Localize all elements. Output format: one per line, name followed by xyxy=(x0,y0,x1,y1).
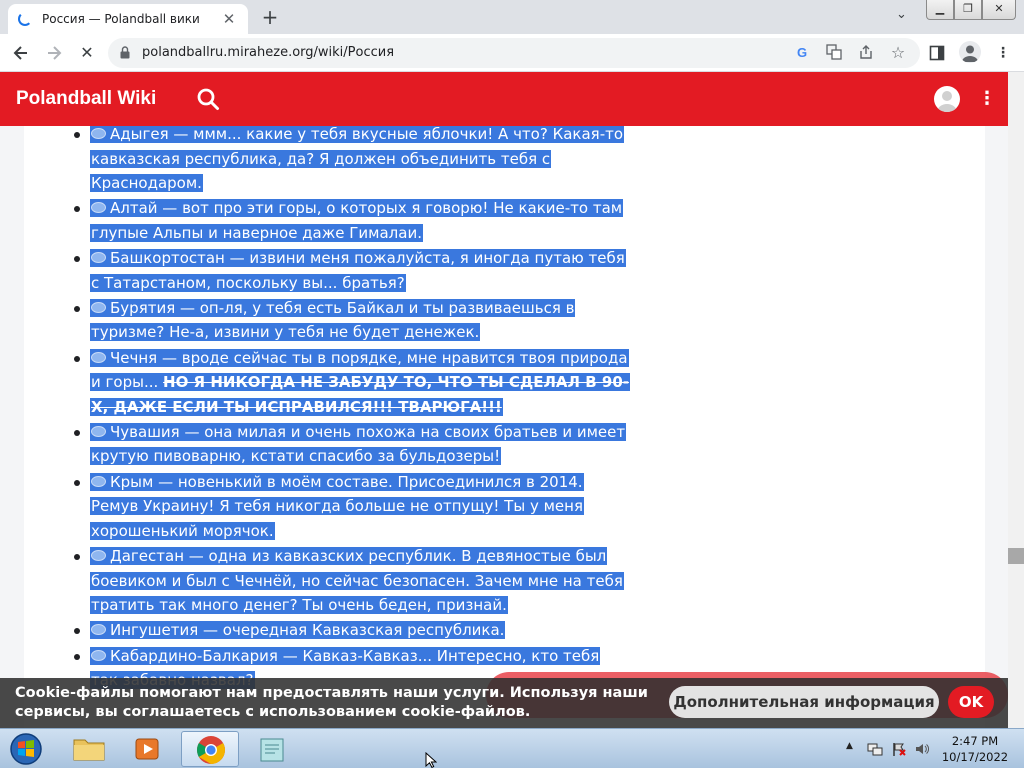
new-tab-button[interactable]: + xyxy=(258,6,282,28)
bullet xyxy=(74,429,80,436)
list-item-text: Дагестан — одна из кавказских республик.… xyxy=(91,547,623,615)
tab-close-icon[interactable]: ✕ xyxy=(220,10,238,28)
countryball-icon xyxy=(91,351,106,363)
notepad-icon xyxy=(260,738,284,762)
countryball-icon xyxy=(91,475,106,487)
tab-title: Россия — Polandball вики xyxy=(42,12,200,26)
list-item: Ингушетия — очередная Кавказская республ… xyxy=(74,618,630,643)
profile-avatar-icon[interactable] xyxy=(959,41,981,63)
url-text[interactable]: polandballru.miraheze.org/wiki/Россия xyxy=(142,45,394,60)
list-item: Бурятия — оп-ля, у тебя есть Байкал и ты… xyxy=(74,296,630,345)
bullet xyxy=(74,479,80,486)
notepad-taskbar-button[interactable] xyxy=(243,731,301,767)
cookie-ok-button[interactable]: OK xyxy=(948,686,994,718)
chrome-icon xyxy=(197,736,225,764)
scrollbar-thumb[interactable] xyxy=(1008,548,1024,564)
back-button[interactable] xyxy=(10,42,32,64)
explorer-taskbar-button[interactable] xyxy=(60,731,118,767)
list-item: Башкортостан — извини меня пожалуйста, я… xyxy=(74,246,630,295)
cookie-more-info-button[interactable]: Дополнительная информация xyxy=(669,686,939,718)
bullet xyxy=(74,256,80,263)
folder-icon xyxy=(73,739,105,761)
action-center-flag-icon[interactable] xyxy=(891,741,907,757)
bookmark-star-icon[interactable]: ☆ xyxy=(888,44,908,62)
search-icon[interactable] xyxy=(196,87,220,111)
lock-icon[interactable] xyxy=(120,46,130,59)
side-panel-icon[interactable] xyxy=(926,42,948,64)
address-bar[interactable]: polandballru.miraheze.org/wiki/Россия G … xyxy=(108,38,920,68)
countryball-icon xyxy=(91,624,106,636)
window-minimize-button[interactable]: ▁ xyxy=(926,0,954,20)
bullet xyxy=(74,132,80,138)
clock-time: 2:47 PM xyxy=(951,734,999,748)
loading-spinner-icon xyxy=(18,12,32,26)
list-item-text: Башкортостан — извини меня пожалуйста, я… xyxy=(91,249,625,292)
bullet xyxy=(74,628,80,635)
browser-tab[interactable]: Россия — Polandball вики ✕ xyxy=(8,4,248,34)
list-item-text: Крым — новенький в моём составе. Присоед… xyxy=(91,472,583,540)
bullet xyxy=(74,653,80,660)
taskbar: ▲ 2:47 PM 10/17/2022 xyxy=(0,728,1024,768)
list-item: Чечня — вроде сейчас ты в порядке, мне н… xyxy=(74,346,630,420)
countryball-icon xyxy=(91,550,106,562)
countryball-icon xyxy=(91,649,106,661)
chrome-taskbar-button[interactable] xyxy=(181,731,239,767)
tab-search-chevron-icon[interactable]: ⌄ xyxy=(896,7,907,22)
list-item: Чувашия — она милая и очень похожа на св… xyxy=(74,420,630,469)
start-button-icon[interactable] xyxy=(4,731,48,767)
bullet xyxy=(74,554,80,561)
user-avatar-icon[interactable] xyxy=(934,86,960,112)
network-icon[interactable] xyxy=(867,741,883,757)
system-clock[interactable]: 2:47 PM 10/17/2022 xyxy=(938,733,1012,765)
countryball-icon xyxy=(91,202,106,214)
article-content: Адыгея — ммм... какие у тебя вкусные ябл… xyxy=(24,126,985,728)
share-icon[interactable] xyxy=(856,44,876,62)
window-restore-button[interactable]: ❐ xyxy=(954,0,982,20)
list-item-text: Ингушетия — очередная Кавказская республ… xyxy=(110,621,505,640)
list-item: Алтай — вот про эти горы, о которых я го… xyxy=(74,196,630,245)
cookie-message: Cookie-файлы помогают нам предоставлять … xyxy=(15,685,648,720)
list-item-text: Чувашия — она милая и очень похожа на св… xyxy=(91,422,626,466)
bullet xyxy=(74,305,80,312)
browser-toolbar: ✕ polandballru.miraheze.org/wiki/Россия … xyxy=(0,34,1024,72)
media-player-icon xyxy=(135,738,159,760)
list-item-text: Бурятия — оп-ля, у тебя есть Байкал и ты… xyxy=(91,298,575,342)
struck-text: НО Я НИКОГДА НЕ ЗАБУДУ ТО, ЧТО ТЫ СДЕЛАЛ… xyxy=(91,373,629,416)
page-scrollbar[interactable] xyxy=(1008,72,1024,728)
list-item: Крым — новенький в моём составе. Присоед… xyxy=(74,470,630,544)
translate-icon[interactable] xyxy=(824,44,844,62)
browser-menu-icon[interactable]: ⋮ xyxy=(992,42,1014,64)
stop-loading-button[interactable]: ✕ xyxy=(76,42,98,64)
countryball-icon xyxy=(91,128,106,139)
volume-icon[interactable] xyxy=(914,741,930,757)
list-item-text: Адыгея — ммм... какие у тебя вкусные ябл… xyxy=(91,126,624,192)
countryball-icon xyxy=(91,301,106,313)
clock-date: 10/17/2022 xyxy=(941,750,1009,764)
list-item: Дагестан — одна из кавказских республик.… xyxy=(74,544,630,618)
bullet xyxy=(74,206,80,213)
wiki-site-name[interactable]: Polandball Wiki xyxy=(16,88,156,110)
countryball-icon xyxy=(91,252,106,264)
wiki-header: Polandball Wiki ⋮ xyxy=(0,72,1008,126)
list-item-text: Алтай — вот про эти горы, о которых я го… xyxy=(91,199,623,242)
wiki-more-menu-icon[interactable]: ⋮ xyxy=(978,86,996,112)
tray-overflow-icon[interactable]: ▲ xyxy=(846,741,853,751)
bullet xyxy=(74,355,80,362)
regions-list: Адыгея — ммм... какие у тебя вкусные ябл… xyxy=(74,126,630,693)
mouse-cursor-icon xyxy=(425,752,437,768)
google-lens-icon[interactable]: G xyxy=(792,44,812,62)
window-close-button[interactable]: ✕ xyxy=(982,0,1016,20)
forward-button[interactable] xyxy=(43,42,65,64)
media-player-taskbar-button[interactable] xyxy=(120,731,178,767)
countryball-icon xyxy=(91,425,106,437)
cookie-banner: Cookie-файлы помогают нам предоставлять … xyxy=(0,678,1008,728)
tab-strip: Россия — Polandball вики ✕ + ⌄ ▁ ❐ ✕ xyxy=(0,0,1024,34)
list-item: Адыгея — ммм... какие у тебя вкусные ябл… xyxy=(74,126,630,196)
